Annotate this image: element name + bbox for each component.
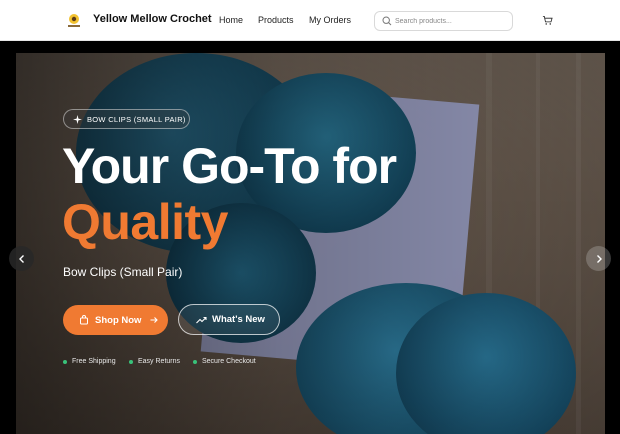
search-input[interactable] <box>395 14 507 28</box>
whats-new-label: What's New <box>212 314 265 325</box>
feature-dot-icon <box>129 359 133 364</box>
site-header: Yellow Mellow Crochet Home Products My O… <box>0 0 620 41</box>
shopping-bag-icon <box>80 315 88 325</box>
chevron-left-icon <box>18 254 24 263</box>
search-box[interactable] <box>374 11 513 31</box>
carousel-next-button[interactable] <box>586 246 611 271</box>
chevron-right-icon <box>596 254 602 263</box>
feature-dot-icon <box>63 359 67 364</box>
sparkle-icon <box>73 114 82 124</box>
brand-logo[interactable] <box>63 10 85 32</box>
nav-home[interactable]: Home <box>219 15 243 25</box>
trending-up-icon <box>196 316 207 323</box>
carousel-prev-button[interactable] <box>9 246 34 271</box>
arrow-right-icon <box>150 317 159 323</box>
search-icon <box>382 16 392 26</box>
cart-icon[interactable] <box>542 15 553 26</box>
feature-dot-icon <box>193 359 197 364</box>
hero-title-line2: Quality <box>62 194 228 250</box>
brand-name[interactable]: Yellow Mellow Crochet <box>93 13 212 25</box>
nav-products[interactable]: Products <box>258 15 294 25</box>
shop-now-button[interactable]: Shop Now <box>63 305 168 335</box>
category-badge: BOW CLIPS (SMALL PAIR) <box>63 109 190 129</box>
shop-now-label: Shop Now <box>95 314 142 326</box>
badge-label: BOW CLIPS (SMALL PAIR) <box>87 114 186 124</box>
feature-free-shipping: Free Shipping <box>63 358 116 365</box>
nav-my-orders[interactable]: My Orders <box>309 15 351 25</box>
hero-subtitle: Bow Clips (Small Pair) <box>63 265 183 279</box>
whats-new-button[interactable]: What's New <box>178 304 280 335</box>
feature-secure-checkout: Secure Checkout <box>193 358 256 365</box>
feature-easy-returns: Easy Returns <box>129 358 180 365</box>
crochet-logo-icon <box>68 14 80 27</box>
hero-title-line1: Your Go-To for <box>62 138 397 194</box>
